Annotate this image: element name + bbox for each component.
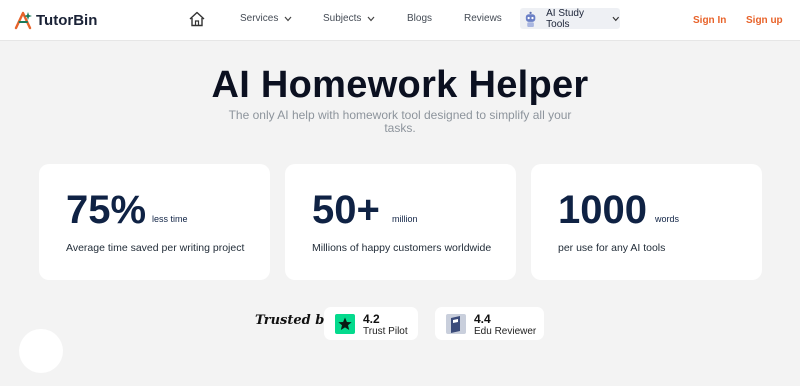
chat-widget-button[interactable] bbox=[19, 329, 63, 373]
chevron-down-icon bbox=[367, 16, 375, 21]
stat-unit: million bbox=[392, 214, 418, 224]
ai-study-tools-dropdown[interactable]: AI Study Tools bbox=[520, 7, 620, 30]
nav-reviews[interactable]: Reviews bbox=[464, 13, 502, 24]
nav-blogs-label: Blogs bbox=[407, 13, 433, 24]
stat-card: 1000 words per use for any AI tools bbox=[531, 164, 762, 280]
trustpilot-rating: 4.2 bbox=[363, 312, 380, 326]
trustpilot-badge[interactable]: 4.2 Trust Pilot bbox=[324, 307, 418, 340]
nav-reviews-label: Reviews bbox=[464, 13, 502, 24]
stat-card: 75% less time Average time saved per wri… bbox=[39, 164, 270, 280]
stat-description: per use for any AI tools bbox=[558, 242, 666, 254]
nav-services-label: Services bbox=[240, 13, 279, 24]
trustpilot-star-icon bbox=[335, 314, 355, 334]
robot-icon bbox=[525, 11, 536, 27]
nav-subjects[interactable]: Subjects bbox=[323, 13, 375, 24]
stat-value: 1000 bbox=[558, 188, 647, 232]
edureviewer-name: Edu Reviewer bbox=[474, 326, 537, 337]
home-icon[interactable] bbox=[188, 10, 206, 28]
stat-value: 75% bbox=[66, 188, 147, 232]
stat-description: Average time saved per writing project bbox=[66, 242, 245, 254]
brand-name: TutorBin bbox=[36, 11, 98, 29]
edureviewer-rating: 4.4 bbox=[474, 312, 491, 326]
page-subtitle: The only AI help with homework tool desi… bbox=[228, 108, 572, 135]
tutorbin-logo-icon bbox=[14, 11, 32, 30]
edureviewer-icon bbox=[446, 314, 466, 334]
page-title: AI Homework Helper bbox=[211, 64, 589, 106]
trustpilot-name: Trust Pilot bbox=[363, 326, 408, 337]
top-navbar: TutorBin Services Subjects Blogs Reviews… bbox=[0, 0, 800, 41]
sign-up-link[interactable]: Sign up bbox=[746, 15, 783, 26]
chevron-down-icon bbox=[612, 16, 620, 21]
nav-subjects-label: Subjects bbox=[323, 13, 362, 24]
tutorbin-logo[interactable]: TutorBin bbox=[14, 10, 97, 30]
trusted-by-label: Trusted by bbox=[255, 313, 332, 328]
stat-value: 50+ bbox=[312, 188, 380, 232]
chevron-down-icon bbox=[284, 16, 292, 21]
stat-description: Millions of happy customers worldwide bbox=[312, 242, 492, 254]
edureviewer-badge[interactable]: 4.4 Edu Reviewer bbox=[435, 307, 544, 340]
ai-study-tools-label: AI Study Tools bbox=[546, 7, 584, 30]
sign-in-link[interactable]: Sign In bbox=[693, 15, 726, 26]
stat-card: 50+ million Millions of happy customers … bbox=[285, 164, 516, 280]
stat-unit: less time bbox=[152, 214, 188, 224]
stat-unit: words bbox=[655, 214, 680, 224]
nav-blogs[interactable]: Blogs bbox=[407, 13, 432, 24]
nav-services[interactable]: Services bbox=[240, 13, 292, 24]
